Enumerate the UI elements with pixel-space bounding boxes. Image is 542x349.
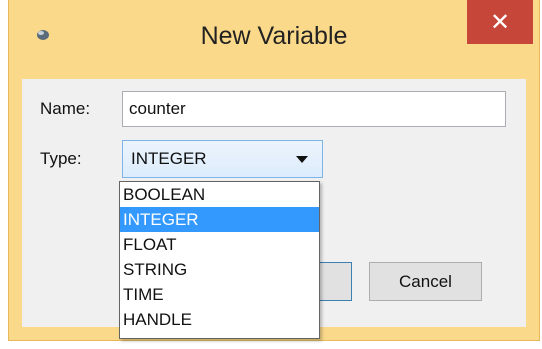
- dropdown-option-string[interactable]: STRING: [120, 257, 319, 282]
- type-label: Type:: [40, 149, 82, 168]
- type-select[interactable]: INTEGER: [122, 140, 323, 178]
- window-title: New Variable: [200, 22, 348, 50]
- cancel-button-label: Cancel: [399, 271, 452, 291]
- type-dropdown-list[interactable]: BOOLEAN INTEGER FLOAT STRING TIME HANDLE: [119, 181, 320, 339]
- cancel-button[interactable]: Cancel: [369, 262, 482, 301]
- type-select-value: INTEGER: [131, 149, 207, 168]
- dropdown-option-handle[interactable]: HANDLE: [120, 307, 319, 332]
- chevron-down-icon[interactable]: [296, 156, 308, 163]
- dropdown-option-boolean[interactable]: BOOLEAN: [120, 182, 319, 207]
- close-icon: ✕: [489, 8, 511, 36]
- dropdown-option-integer[interactable]: INTEGER: [120, 207, 319, 232]
- name-label: Name:: [40, 99, 91, 118]
- name-input[interactable]: [122, 91, 506, 127]
- dropdown-option-time[interactable]: TIME: [120, 282, 319, 307]
- dropdown-option-float[interactable]: FLOAT: [120, 232, 319, 257]
- close-button[interactable]: ✕: [467, 0, 533, 44]
- title-bar[interactable]: New Variable ✕: [9, 0, 539, 80]
